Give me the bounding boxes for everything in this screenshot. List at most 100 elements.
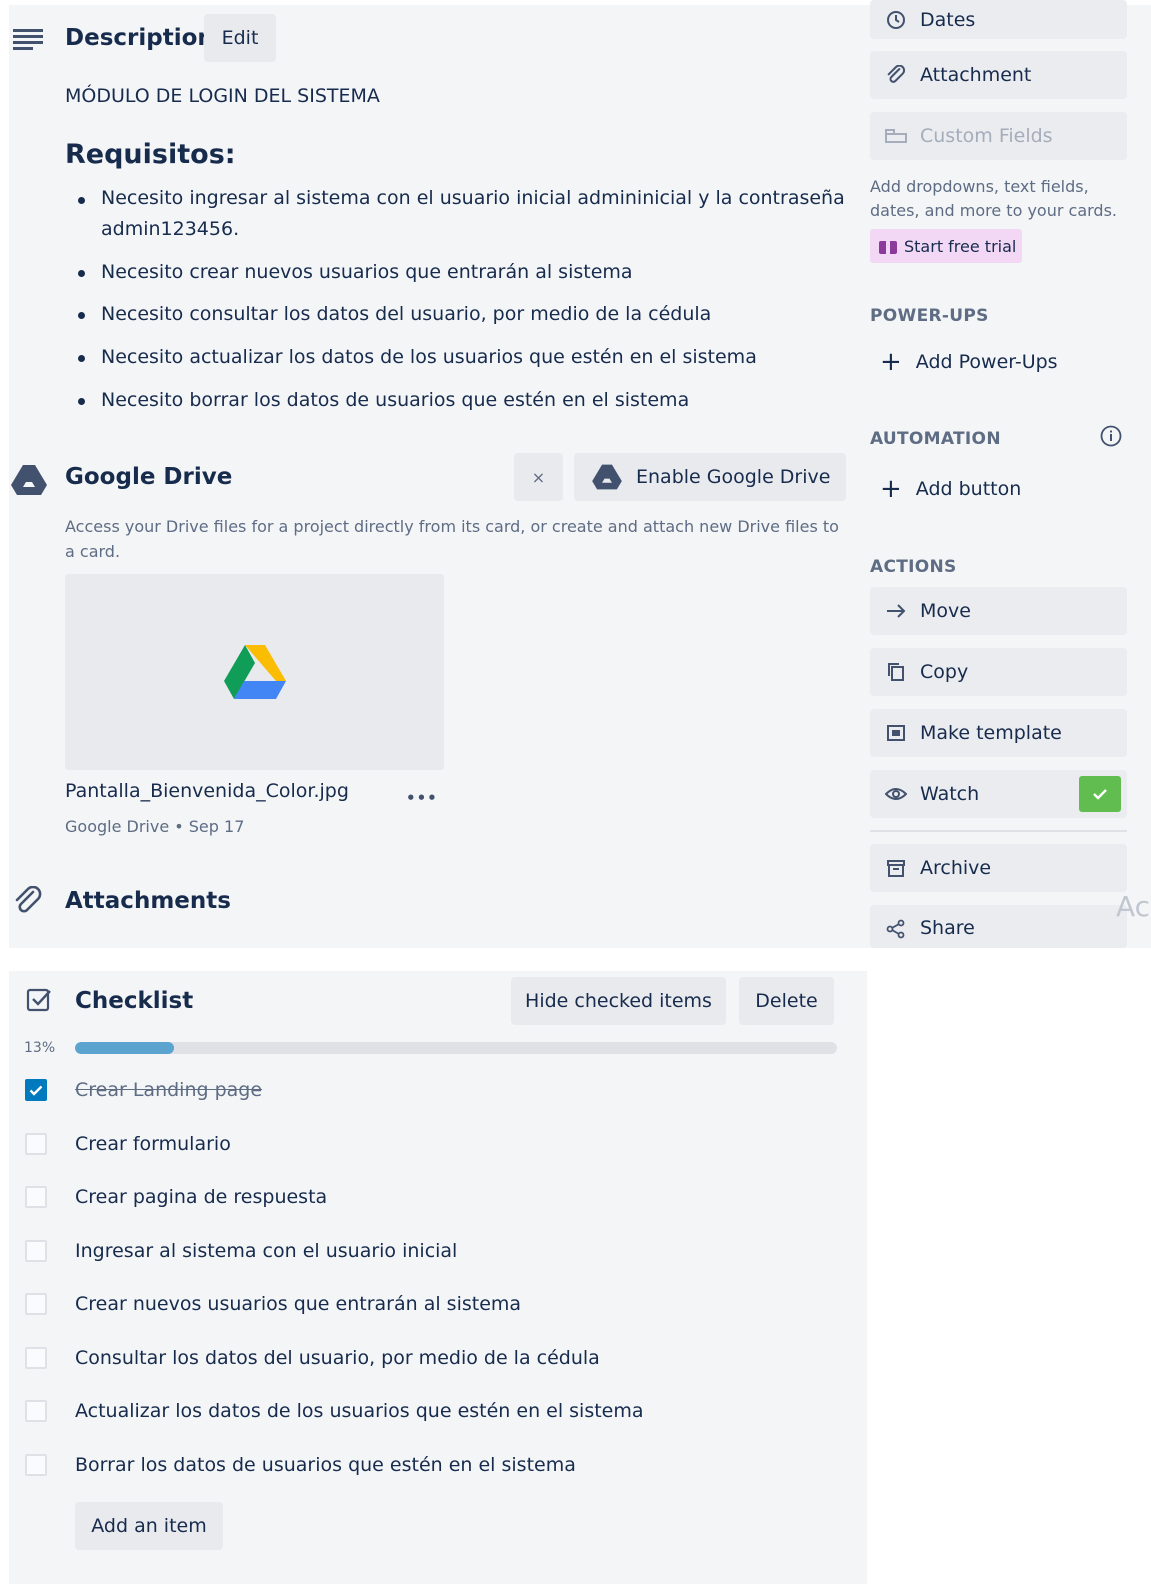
checklist-item-text: Actualizar los datos de los usuarios que… xyxy=(75,1400,644,1422)
checklist-progress-percent: 13% xyxy=(24,1040,56,1056)
checklist-item[interactable]: Ingresar al sistema con el usuario inici… xyxy=(25,1236,457,1266)
checkbox[interactable] xyxy=(25,1293,47,1315)
bullet xyxy=(78,398,85,405)
attachment-label: Attachment xyxy=(920,64,1032,86)
add-powerups-button[interactable]: + Add Power-Ups xyxy=(880,349,1058,375)
drive-file-name[interactable]: Pantalla_Bienvenida_Color.jpg xyxy=(65,780,349,802)
make-template-label: Make template xyxy=(920,722,1062,744)
bullet xyxy=(78,197,85,204)
drive-file-more-icon[interactable]: ••• xyxy=(406,789,438,807)
checklist-item[interactable]: Borrar los datos de usuarios que estén e… xyxy=(25,1450,576,1480)
make-template-button[interactable]: Make template xyxy=(870,709,1127,757)
checkbox[interactable] xyxy=(25,1239,47,1262)
checkbox[interactable] xyxy=(25,1346,47,1369)
checkmark-icon xyxy=(29,1085,43,1096)
gift-icon xyxy=(879,241,897,254)
checklist-item[interactable]: Actualizar los datos de los usuarios que… xyxy=(25,1396,644,1426)
actions-heading: ACTIONS xyxy=(870,557,957,577)
hide-checked-items-button[interactable]: Hide checked items xyxy=(511,977,726,1025)
custom-fields-button[interactable]: Custom Fields xyxy=(870,112,1127,160)
drive-description-continued: a card. xyxy=(65,542,121,561)
move-button[interactable]: Move xyxy=(870,587,1127,635)
checkbox[interactable] xyxy=(25,1453,47,1476)
template-icon xyxy=(884,721,908,745)
checklist-icon xyxy=(26,988,51,1012)
automation-heading: AUTOMATION xyxy=(870,429,1001,449)
checked-checkbox[interactable] xyxy=(25,1079,47,1101)
watch-button[interactable]: Watch xyxy=(870,770,1127,818)
drive-description: Access your Drive files for a project di… xyxy=(65,517,839,536)
drive-file-thumbnail[interactable] xyxy=(65,574,444,770)
cutoff-text: Ac xyxy=(1116,890,1151,923)
copy-label: Copy xyxy=(920,661,969,683)
start-free-trial-label: Start free trial xyxy=(904,236,1017,256)
dates-label: Dates xyxy=(920,8,976,31)
sidebar-divider xyxy=(870,830,1127,832)
module-text: MÓDULO DE LOGIN DEL SISTEMA xyxy=(65,85,380,107)
checklist-item[interactable]: Consultar los datos del usuario, por med… xyxy=(25,1343,600,1373)
custom-fields-description-continued: dates, and more to your cards. xyxy=(870,201,1117,220)
powerups-heading: POWER-UPS xyxy=(870,306,989,326)
requirement-item: Necesito crear nuevos usuarios que entra… xyxy=(101,261,633,283)
move-label: Move xyxy=(920,600,971,622)
bullet xyxy=(78,270,85,277)
checklist-item-text: Crear formulario xyxy=(75,1132,231,1155)
custom-fields-icon xyxy=(884,124,908,148)
paperclip-icon xyxy=(15,886,42,913)
checklist-item[interactable]: Crear formulario xyxy=(25,1129,231,1159)
plus-icon: + xyxy=(880,474,902,504)
attachments-title: Attachments xyxy=(65,888,231,914)
google-drive-title: Google Drive xyxy=(65,464,233,490)
checklist-item[interactable]: Crear Landing page xyxy=(25,1075,262,1105)
dates-button[interactable]: Dates xyxy=(870,0,1127,39)
requirement-item-continued: admin123456. xyxy=(101,218,240,240)
attachment-button[interactable]: Attachment xyxy=(870,51,1127,99)
checklist-item-text: Ingresar al sistema con el usuario inici… xyxy=(75,1239,458,1262)
copy-icon xyxy=(884,660,908,684)
requirement-item: Necesito consultar los datos del usuario… xyxy=(101,303,712,325)
checklist-progress-bar xyxy=(75,1042,837,1054)
checklist-title: Checklist xyxy=(75,988,194,1014)
watch-label: Watch xyxy=(920,783,980,805)
bullet xyxy=(78,355,85,362)
clock-icon xyxy=(884,8,908,32)
checklist-item-text: Crear pagina de respuesta xyxy=(75,1186,328,1208)
share-label: Share xyxy=(920,917,975,939)
share-icon xyxy=(884,917,908,941)
checkbox[interactable] xyxy=(25,1400,47,1422)
checklist-item[interactable]: Crear pagina de respuesta xyxy=(25,1182,327,1212)
add-item-button[interactable]: Add an item xyxy=(75,1502,223,1550)
info-icon[interactable] xyxy=(1100,425,1122,447)
edit-description-button[interactable]: Edit xyxy=(204,14,276,62)
dismiss-drive-button[interactable]: × xyxy=(514,453,563,501)
drive-file-meta: Google Drive • Sep 17 xyxy=(65,817,245,836)
google-drive-icon xyxy=(11,465,47,495)
checklist-item-text: Borrar los datos de usuarios que estén e… xyxy=(75,1453,576,1476)
custom-fields-description: Add dropdowns, text fields, xyxy=(870,177,1089,196)
checklist-item-text: Crear Landing page xyxy=(75,1079,263,1101)
paperclip-icon xyxy=(884,63,908,87)
checklist-item-text: Consultar los datos del usuario, por med… xyxy=(75,1346,600,1369)
watch-check-icon xyxy=(1079,776,1121,812)
eye-icon xyxy=(884,782,908,806)
google-drive-logo-icon xyxy=(223,645,286,699)
requirement-item: Necesito actualizar los datos de los usu… xyxy=(101,346,757,368)
checkbox[interactable] xyxy=(25,1132,47,1155)
requirements-heading: Requisitos: xyxy=(65,139,236,170)
checkbox[interactable] xyxy=(25,1186,47,1208)
share-button[interactable]: Share xyxy=(870,905,1127,948)
checklist-progress-fill xyxy=(75,1042,175,1054)
add-button-button[interactable]: + Add button xyxy=(880,476,1021,502)
copy-button[interactable]: Copy xyxy=(870,648,1127,696)
delete-checklist-button[interactable]: Delete xyxy=(739,977,834,1025)
checklist-item[interactable]: Crear nuevos usuarios que entrarán al si… xyxy=(25,1289,521,1319)
bullet xyxy=(78,312,85,319)
custom-fields-label: Custom Fields xyxy=(920,125,1053,147)
checklist-item-text: Crear nuevos usuarios que entrarán al si… xyxy=(75,1293,522,1315)
checklist-panel: Checklist Hide checked items Delete 13% … xyxy=(9,971,867,1584)
enable-google-drive-button[interactable]: Enable Google Drive xyxy=(574,453,846,501)
start-free-trial-button[interactable]: Start free trial xyxy=(870,229,1022,263)
archive-icon xyxy=(884,856,908,880)
archive-button[interactable]: Archive xyxy=(870,844,1127,892)
add-powerups-label: Add Power-Ups xyxy=(915,351,1058,373)
